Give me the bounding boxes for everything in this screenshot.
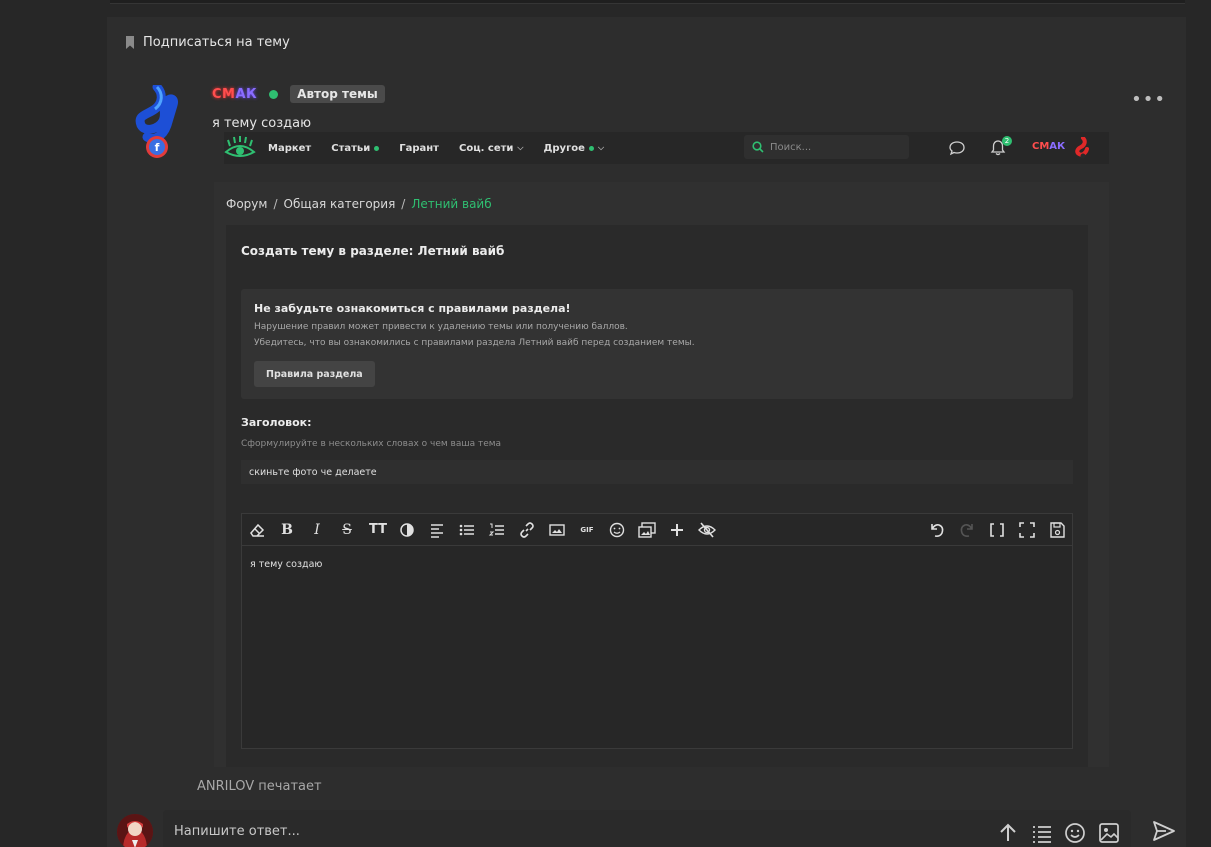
plus-icon[interactable] bbox=[668, 521, 686, 539]
notice-line-2: Убедитесь, что вы ознакомились с правила… bbox=[254, 338, 695, 348]
online-status-dot bbox=[269, 89, 279, 99]
embedded-screenshot: Маркет Статьи Гарант Соц. сети ⌵ Другое ⌵ … bbox=[214, 132, 1114, 767]
typing-indicator: ANRILOV печатает bbox=[197, 779, 322, 794]
subscribe-label: Подписаться на тему bbox=[143, 35, 290, 50]
chevron-down-icon: ⌵ bbox=[517, 143, 524, 152]
breadcrumb-category[interactable]: Общая категория bbox=[284, 197, 396, 211]
text-size-button[interactable]: TT bbox=[366, 521, 390, 539]
arrow-up-icon[interactable] bbox=[997, 822, 1019, 844]
post-header: СМАК Автор темы bbox=[212, 85, 385, 103]
editor-toolbar: B I S TT GIF bbox=[242, 514, 1072, 546]
chat-icon[interactable] bbox=[948, 139, 966, 157]
svg-text:f: f bbox=[155, 141, 160, 154]
notifications-button[interactable]: 2 bbox=[989, 136, 1012, 157]
reply-bar: Напишите ответ... bbox=[0, 808, 1211, 847]
redo-icon[interactable] bbox=[958, 521, 976, 539]
chevron-down-icon: ⌵ bbox=[597, 143, 605, 152]
notice-title: Не забудьте ознакомиться с правилами раз… bbox=[254, 302, 571, 315]
nav-social[interactable]: Соц. сети ⌵ bbox=[459, 143, 524, 154]
emoji-icon[interactable] bbox=[1064, 822, 1086, 844]
numbered-list-icon[interactable] bbox=[488, 521, 506, 539]
eraser-icon[interactable] bbox=[248, 521, 266, 539]
author-avatar[interactable]: f bbox=[133, 82, 181, 161]
author-nickname[interactable]: СМАК bbox=[212, 87, 257, 102]
emoji-icon[interactable] bbox=[608, 521, 626, 539]
undo-icon[interactable] bbox=[928, 521, 946, 539]
rich-text-editor[interactable]: B I S TT GIF я тему создаю bbox=[241, 513, 1073, 749]
hide-content-icon[interactable] bbox=[698, 521, 716, 539]
gif-button[interactable]: GIF bbox=[578, 521, 596, 539]
gallery-icon[interactable] bbox=[638, 521, 656, 539]
previous-post-edge bbox=[110, 0, 1185, 4]
bold-button[interactable]: B bbox=[278, 521, 296, 539]
reply-input[interactable]: Напишите ответ... bbox=[163, 810, 1131, 847]
editor-content: я тему создаю bbox=[250, 559, 323, 570]
form-title: Создать тему в разделе: Летний вайб bbox=[241, 244, 505, 258]
fullscreen-icon[interactable] bbox=[1018, 521, 1036, 539]
embedded-search-input[interactable]: Поиск... bbox=[744, 135, 909, 159]
italic-button[interactable]: I bbox=[308, 521, 326, 539]
create-thread-form: Создать тему в разделе: Летний вайб Не з… bbox=[226, 225, 1088, 767]
image-icon[interactable] bbox=[548, 521, 566, 539]
subscribe-button[interactable]: Подписаться на тему bbox=[125, 35, 290, 50]
nav-market[interactable]: Маркет bbox=[268, 143, 311, 154]
breadcrumb-forum[interactable]: Форум bbox=[226, 197, 267, 211]
reply-placeholder: Напишите ответ... bbox=[174, 824, 300, 839]
image-upload-icon[interactable] bbox=[1098, 822, 1120, 844]
breadcrumb-current[interactable]: Летний вайб bbox=[411, 197, 491, 211]
notice-line-1: Нарушение правил может привести к удален… bbox=[254, 322, 628, 332]
link-icon[interactable] bbox=[518, 521, 536, 539]
brackets-icon[interactable] bbox=[988, 521, 1006, 539]
embedded-navbar: Маркет Статьи Гарант Соц. сети ⌵ Другое ⌵ … bbox=[224, 132, 1109, 164]
embedded-user-avatar[interactable] bbox=[1074, 137, 1090, 159]
bookmark-icon bbox=[126, 36, 134, 49]
nav-guarantee[interactable]: Гарант bbox=[399, 143, 439, 154]
color-icon[interactable] bbox=[398, 521, 416, 539]
post-text: я тему создаю bbox=[212, 116, 312, 131]
current-user-avatar[interactable] bbox=[117, 814, 153, 847]
search-icon bbox=[752, 141, 764, 153]
section-rules-button[interactable]: Правила раздела bbox=[254, 361, 375, 387]
post-card: Подписаться на тему f СМАК Автор темы ••… bbox=[107, 17, 1186, 847]
save-draft-icon[interactable] bbox=[1048, 521, 1066, 539]
breadcrumb: Форум / Общая категория / Летний вайб bbox=[226, 197, 492, 211]
rules-notice: Не забудьте ознакомиться с правилами раз… bbox=[241, 289, 1073, 399]
align-icon[interactable] bbox=[428, 521, 446, 539]
title-field-label: Заголовок: bbox=[241, 416, 312, 429]
embedded-user-nick[interactable]: СМАК bbox=[1032, 141, 1065, 152]
title-field-hint: Сформулируйте в нескольких словах о чем … bbox=[241, 439, 502, 449]
notification-count: 2 bbox=[1002, 136, 1012, 146]
list-icon[interactable] bbox=[1031, 822, 1053, 844]
thread-title-input[interactable] bbox=[241, 460, 1073, 484]
nav-articles[interactable]: Статьи bbox=[331, 143, 380, 154]
send-icon[interactable] bbox=[1152, 820, 1176, 842]
embedded-page: Форум / Общая категория / Летний вайб Создат… bbox=[214, 182, 1109, 767]
more-options-button[interactable]: ••• bbox=[1131, 89, 1166, 110]
strikethrough-button[interactable]: S bbox=[338, 521, 356, 539]
bullet-list-icon[interactable] bbox=[458, 521, 476, 539]
author-badge: Автор темы bbox=[290, 85, 385, 103]
nav-other[interactable]: Другое ⌵ bbox=[543, 143, 604, 154]
site-logo-icon bbox=[224, 136, 256, 157]
